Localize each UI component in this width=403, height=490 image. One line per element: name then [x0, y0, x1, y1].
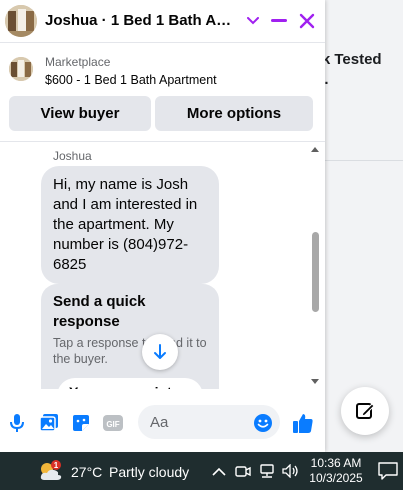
listing-title[interactable]: $600 - 1 Bed 1 Bath Apartment	[45, 73, 217, 87]
notification-icon	[378, 462, 398, 480]
volume-button[interactable]	[282, 463, 300, 479]
listing-source: Marketplace	[45, 55, 111, 69]
attach-photo-button[interactable]	[38, 412, 60, 434]
background-divider	[316, 160, 403, 161]
weather-condition[interactable]: Partly cloudy	[109, 464, 189, 480]
clock-time: 10:36 AM	[310, 456, 362, 470]
chevron-up-icon	[212, 467, 226, 476]
background-card-title-line1: rk Tested	[316, 51, 382, 68]
listing-panel: Marketplace $600 - 1 Bed 1 Bath Apartmen…	[0, 44, 325, 142]
message-thread[interactable]: Joshua Hi, my name is Josh and I am inte…	[0, 143, 325, 389]
gif-button[interactable]: GIF	[102, 412, 124, 434]
microphone-icon	[10, 414, 24, 432]
scroll-up-arrow-icon[interactable]	[311, 146, 319, 154]
compose-icon	[356, 403, 375, 419]
background-card-title-line2: ...	[316, 70, 382, 90]
emoji-icon	[254, 414, 272, 432]
weather-badge: 1	[54, 461, 59, 470]
emoji-button[interactable]	[252, 412, 274, 434]
close-button[interactable]	[296, 10, 318, 32]
apartment-photo-icon	[9, 57, 33, 81]
scrollbar-thumb[interactable]	[312, 232, 319, 312]
svg-text:GIF: GIF	[106, 420, 119, 429]
network-icon	[260, 464, 274, 478]
show-hidden-icons-button[interactable]	[210, 463, 228, 479]
quick-response-option[interactable]: Yes, are you inter	[57, 378, 203, 389]
minimize-button[interactable]	[268, 10, 290, 32]
partly-cloudy-icon: 1	[40, 460, 62, 480]
sender-name: Joshua	[53, 149, 92, 163]
scroll-to-bottom-button[interactable]	[142, 334, 178, 370]
more-options-button[interactable]: More options	[155, 96, 313, 131]
speaker-icon	[282, 464, 298, 478]
chat-options-button[interactable]	[242, 10, 264, 32]
notification-center-button[interactable]	[378, 462, 398, 480]
message-bubble[interactable]: Hi, my name is Josh and I am interested …	[41, 166, 219, 284]
windows-taskbar: 1 27°C Partly cloudy 10:36 AM 10/3/2025	[0, 452, 403, 490]
clock-date: 10/3/2025	[309, 471, 363, 485]
gif-icon: GIF	[103, 415, 123, 431]
chat-header[interactable]: Joshua · 1 Bed 1 Bath Apar…	[0, 0, 325, 43]
view-buyer-button[interactable]: View buyer	[9, 96, 151, 131]
quick-response-card: Send a quick response Tap a response to …	[41, 284, 219, 389]
chat-window: Joshua · 1 Bed 1 Bath Apar… Marketplace …	[0, 0, 325, 452]
voice-clip-button[interactable]	[6, 412, 28, 434]
weather-widget[interactable]: 1	[38, 460, 64, 482]
listing-thumbnail[interactable]	[9, 57, 33, 81]
scroll-down-arrow-icon[interactable]	[311, 377, 319, 385]
sticker-icon	[73, 415, 89, 431]
sticker-button[interactable]	[70, 412, 92, 434]
clock[interactable]: 10:36 AM 10/3/2025	[305, 456, 367, 486]
apartment-photo-icon	[5, 5, 37, 37]
meet-now-button[interactable]	[234, 463, 252, 479]
camera-icon	[235, 466, 251, 477]
send-like-button[interactable]	[292, 412, 314, 434]
photo-icon	[39, 414, 58, 432]
quick-response-subtitle: Tap a response to send it to the buyer.	[53, 336, 207, 366]
chat-title[interactable]: Joshua · 1 Bed 1 Bath Apar…	[45, 12, 240, 29]
message-composer: GIF	[0, 400, 325, 444]
background-card-title[interactable]: rk Tested ...	[316, 50, 382, 90]
close-icon	[299, 13, 315, 29]
weather-temperature[interactable]: 27°C	[71, 464, 102, 480]
chevron-down-icon	[247, 17, 259, 25]
thumbs-up-icon	[293, 414, 313, 433]
avatar[interactable]	[5, 5, 37, 37]
network-button[interactable]	[258, 463, 276, 479]
arrow-down-icon	[154, 344, 166, 359]
minimize-icon	[271, 19, 287, 22]
quick-response-title: Send a quick response	[53, 293, 146, 330]
new-message-button[interactable]	[341, 387, 389, 435]
